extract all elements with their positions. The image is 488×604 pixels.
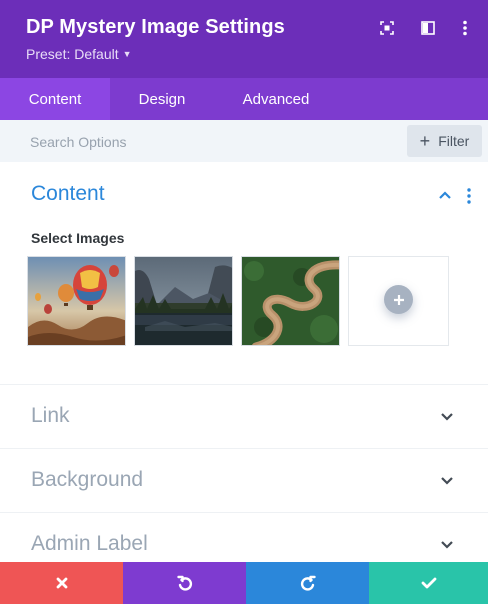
section-divider: [0, 512, 488, 513]
chevron-up-icon[interactable]: [438, 188, 452, 202]
preset-label: Preset: Default: [26, 46, 119, 62]
section-more-icon[interactable]: [465, 187, 473, 205]
section-title-link[interactable]: Link: [31, 404, 70, 428]
filter-button[interactable]: + Filter: [407, 125, 482, 157]
chevron-down-icon[interactable]: [440, 412, 454, 422]
caret-down-icon: ▼: [122, 49, 132, 59]
tab-advanced[interactable]: Advanced: [214, 78, 338, 120]
add-image-button[interactable]: [384, 285, 413, 314]
plus-icon: +: [419, 131, 431, 151]
tab-bar: Content Design Advanced: [0, 78, 488, 120]
tab-content[interactable]: Content: [0, 78, 110, 120]
chevron-down-icon[interactable]: [440, 476, 454, 486]
redo-icon: [300, 575, 316, 591]
settings-header: DP Mystery Image Settings Preset: Defaul…: [0, 0, 488, 78]
image-thumbnail-balloons[interactable]: [27, 256, 126, 346]
chevron-down-icon[interactable]: [440, 540, 454, 550]
action-footer: [0, 562, 488, 604]
modal-title: DP Mystery Image Settings: [26, 16, 285, 38]
tab-design[interactable]: Design: [110, 78, 214, 120]
undo-button[interactable]: [123, 562, 246, 604]
save-button[interactable]: [369, 562, 488, 604]
cancel-button[interactable]: [0, 562, 123, 604]
redo-button[interactable]: [246, 562, 369, 604]
section-title-admin-label[interactable]: Admin Label: [31, 532, 148, 556]
close-icon: [56, 577, 67, 589]
section-divider: [0, 384, 488, 385]
section-divider: [0, 448, 488, 449]
sidebar-toggle-icon[interactable]: [418, 18, 438, 38]
section-title-background[interactable]: Background: [31, 468, 143, 492]
expand-icon[interactable]: [377, 18, 397, 38]
check-icon: [421, 577, 436, 589]
search-input[interactable]: [30, 132, 390, 152]
image-thumbnail-valley[interactable]: [134, 256, 233, 346]
section-title-content[interactable]: Content: [31, 182, 105, 206]
plus-icon: [393, 294, 404, 305]
select-images-label: Select Images: [31, 230, 125, 246]
filter-label: Filter: [438, 133, 470, 149]
more-vertical-icon[interactable]: [455, 18, 475, 38]
undo-icon: [176, 575, 192, 591]
preset-selector[interactable]: Preset: Default ▼: [26, 46, 132, 62]
image-thumbnail-river[interactable]: [241, 256, 340, 346]
